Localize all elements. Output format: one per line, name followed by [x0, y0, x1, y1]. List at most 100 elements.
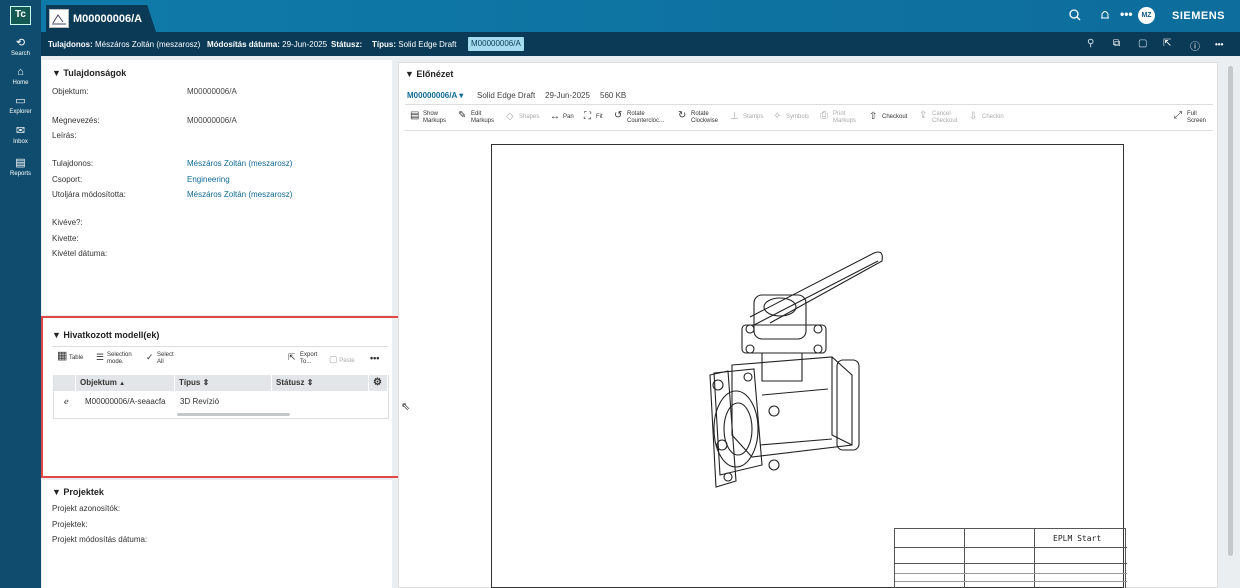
properties-panel	[42, 60, 392, 315]
properties-header[interactable]: ▼ Tulajdonságok	[52, 68, 126, 78]
search-icon[interactable]	[1069, 9, 1081, 24]
checkout-icon: ⇧	[869, 111, 878, 122]
symbols-button[interactable]: ✧ Symbols	[773, 112, 809, 122]
file-selector[interactable]: M00000006/A ▾	[407, 91, 463, 100]
shapes-label: Shapes	[519, 114, 540, 120]
reports-icon: ▤	[15, 157, 26, 169]
shapes-button[interactable]: ◇ Shapes	[506, 111, 540, 122]
share-icon[interactable]: ⇱	[1163, 38, 1171, 49]
nav-home-label: Home	[12, 80, 29, 86]
prop-label: Megnevezés:	[52, 116, 100, 125]
owner-value: Mészáros Zoltán (meszarosz)	[94, 40, 201, 49]
mouse-cursor-icon: ⇖	[401, 401, 411, 413]
edit-icon: ✎	[458, 110, 467, 121]
page-scrollbar[interactable]	[1228, 66, 1233, 556]
bell-icon[interactable]	[1099, 9, 1111, 24]
top-bar: M00000006/A ••• MZ SIEMENS	[41, 0, 1240, 32]
drawing-canvas[interactable]: EPLM Start	[491, 144, 1127, 588]
pin-icon[interactable]: ⚲	[1087, 38, 1094, 49]
type-value: Solid Edge Draft	[398, 40, 457, 49]
divider	[405, 104, 1213, 105]
rotate-cw-icon: ↻	[678, 110, 687, 121]
rotate-ccw-icon: ↺	[614, 110, 623, 121]
stamps-button[interactable]: ⊥ Stamps	[730, 112, 763, 122]
avatar[interactable]: MZ	[1138, 7, 1155, 24]
fit-button[interactable]: ⛶ Fit	[584, 112, 603, 122]
divider	[405, 130, 1213, 131]
last-modifier-link[interactable]: Mészáros Zoltán (meszarosz)	[187, 190, 292, 199]
object-tab[interactable]: M00000006/A	[46, 5, 156, 32]
type-label: Típus:	[372, 40, 396, 49]
nav-explorer[interactable]: ▭ Explorer	[0, 95, 41, 115]
status-info: Státusz:	[331, 40, 362, 49]
print-markups-label-2: Markups	[833, 118, 857, 124]
pan-label: Pan	[563, 114, 574, 120]
full-screen-label-1: Full	[1187, 111, 1197, 117]
group-link[interactable]: Engineering	[187, 175, 230, 184]
revision-chip[interactable]: M00000006/A	[468, 37, 524, 51]
nav-inbox[interactable]: ✉ Inbox	[0, 125, 41, 145]
file-size: 560 KB	[600, 91, 627, 100]
rotate-cw-label-1: Rotate	[691, 111, 709, 117]
title-block-line	[895, 547, 1127, 548]
show-markups-label-2: Markups	[423, 118, 447, 124]
rotate-ccw-label-2: Counterclоc...	[627, 118, 665, 124]
owner-link[interactable]: Mészáros Zoltán (meszarosz)	[187, 159, 292, 168]
title-block-cell	[965, 529, 1035, 588]
cancel-checkout-label-1: Cancel	[932, 111, 951, 117]
print-markups-label-1: Print	[833, 111, 846, 117]
more-icon[interactable]: •••	[1120, 7, 1133, 21]
info-icon[interactable]: ⓘ	[1190, 38, 1200, 53]
folder-icon: ▭	[15, 95, 26, 107]
print-markups-button[interactable]: ⎙ Print Markups	[820, 111, 856, 125]
rotate-ccw-button[interactable]: ↺ Rotate Counterclоc...	[614, 111, 664, 125]
copy-icon[interactable]: ⧉	[1113, 38, 1120, 49]
checkin-label: Checkin	[982, 114, 1004, 120]
nav-search[interactable]: ⟲ Search	[0, 37, 41, 57]
paste-icon[interactable]: ▢	[1138, 38, 1147, 49]
full-screen-button[interactable]: ⤢ Full Screen	[1174, 111, 1206, 125]
mod-label: Módosítás dátuma:	[207, 40, 280, 49]
file-name: M00000006/A	[407, 91, 457, 100]
nav-reports-label: Reports	[9, 171, 31, 177]
prop-label: Tulajdonos:	[52, 159, 94, 168]
rotate-ccw-label-1: Rotate	[627, 111, 645, 117]
shapes-icon: ◇	[506, 111, 514, 122]
project-label: Projektek:	[52, 520, 88, 529]
title-block-line	[895, 581, 1127, 582]
more-actions-icon[interactable]: •••	[1215, 40, 1223, 49]
left-nav: Tc ⟲ Search ⌂ Home ▭ Explorer ✉ Inbox ▤ Repor…	[0, 0, 41, 588]
full-screen-label-2: Screen	[1187, 118, 1207, 124]
cancel-checkout-label-2: Checkout	[932, 118, 958, 124]
checkin-button[interactable]: ⇩ Checkin	[969, 112, 1004, 122]
pan-button[interactable]: ↔ Pan	[550, 112, 574, 122]
prop-value: M00000006/A	[187, 116, 237, 125]
edit-markups-button[interactable]: ✎ Edit Markups	[458, 111, 494, 125]
markup-icon: ▤	[410, 110, 420, 121]
mod-info: Módosítás dátuma: 29-Jun-2025	[207, 40, 327, 49]
projects-header[interactable]: ▼ Projektek	[52, 487, 104, 497]
type-info: Típus: Solid Edge Draft	[372, 40, 457, 49]
prop-label: Csoport:	[52, 175, 83, 184]
cancel-checkout-icon: ⇪	[919, 110, 928, 121]
owner-label: Tulajdonos:	[48, 40, 93, 49]
show-markups-label-1: Show	[423, 111, 439, 117]
checkout-button[interactable]: ⇧ Checkout	[869, 111, 907, 122]
prop-label: Utoljára módosította:	[52, 190, 126, 199]
nav-reports[interactable]: ▤ Reports	[0, 157, 41, 177]
inbox-icon: ✉	[15, 125, 26, 137]
prop-label: Kivéve?:	[52, 218, 83, 227]
prop-label: Objektum:	[52, 87, 89, 96]
title-block-cell	[895, 529, 965, 588]
preview-header[interactable]: ▼ Előnézet	[405, 69, 453, 79]
valve-drawing	[709, 251, 883, 488]
fit-label: Fit	[596, 114, 603, 120]
show-markups-button[interactable]: ▤ Show Markups	[410, 111, 446, 125]
cancel-checkout-button[interactable]: ⇪ Cancel Checkout	[919, 111, 957, 125]
nav-home[interactable]: ⌂ Home	[0, 66, 41, 86]
prop-label: Kivette:	[52, 234, 79, 243]
app-logo[interactable]: Tc	[10, 6, 31, 25]
rotate-cw-button[interactable]: ↻ Rotate Clockwise	[678, 111, 718, 125]
prop-label: Kivétel dátuma:	[52, 249, 108, 258]
drawing-thumbnail-icon	[49, 9, 69, 28]
